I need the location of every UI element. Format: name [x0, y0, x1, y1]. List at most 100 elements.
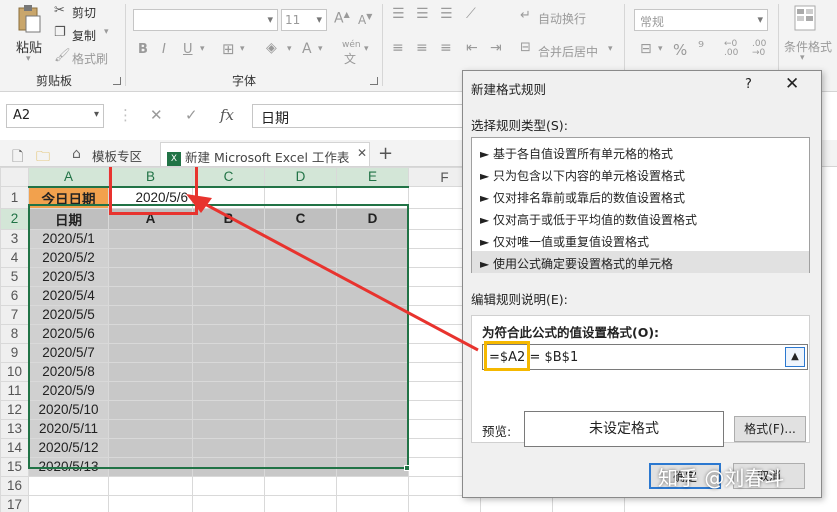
data-cell[interactable] [192, 323, 265, 344]
align-bottom-icon[interactable]: ☰ [440, 6, 453, 22]
row-header[interactable]: 5 [0, 266, 29, 287]
data-cell[interactable] [336, 418, 409, 439]
data-cell[interactable] [264, 342, 337, 363]
data-cell[interactable] [336, 304, 409, 325]
align-left-icon[interactable]: ≡ [392, 40, 404, 56]
data-cell[interactable] [264, 456, 337, 477]
decrease-font-icon[interactable]: A▼ [358, 12, 372, 27]
rule-type-item[interactable]: ► 仅对唯一值或重复值设置格式 [472, 229, 809, 251]
data-cell[interactable] [264, 228, 337, 249]
font-name-select[interactable]: ▾ [133, 9, 278, 31]
data-cell[interactable] [192, 399, 265, 420]
date-cell[interactable]: 2020/5/2 [28, 247, 109, 268]
data-cell[interactable] [264, 437, 337, 458]
cell[interactable] [192, 186, 265, 209]
formula-field[interactable]: =$A2 = $B$1 ▲ [482, 344, 808, 370]
borders-dropdown-icon[interactable]: ▾ [240, 44, 245, 54]
data-cell[interactable] [192, 266, 265, 287]
data-cell[interactable] [264, 399, 337, 420]
column-header-b[interactable]: B [108, 167, 193, 188]
confirm-entry-icon[interactable]: ✓ [185, 106, 198, 124]
data-cell[interactable] [264, 285, 337, 306]
phonetic-button[interactable]: wén [342, 40, 361, 50]
fill-color-icon[interactable]: ◈ [266, 40, 277, 56]
row-header[interactable]: 3 [0, 228, 29, 249]
cell[interactable] [192, 494, 265, 512]
column-header-a[interactable]: A [28, 167, 109, 188]
column-header-d[interactable]: D [264, 167, 337, 188]
clipboard-launcher-icon[interactable] [113, 77, 121, 85]
underline-dropdown-icon[interactable]: ▾ [200, 44, 205, 54]
date-cell[interactable]: 2020/5/10 [28, 399, 109, 420]
decrease-indent-icon[interactable]: ⇤ [466, 40, 478, 56]
column-header-e[interactable]: E [336, 167, 409, 188]
data-cell[interactable] [336, 399, 409, 420]
align-top-icon[interactable]: ☰ [392, 6, 405, 22]
cell[interactable] [336, 186, 409, 209]
file-icon[interactable]: 🗋 [6, 142, 29, 166]
data-cell[interactable] [108, 304, 193, 325]
data-cell[interactable] [264, 323, 337, 344]
cell[interactable] [336, 475, 409, 496]
row-header[interactable]: 8 [0, 323, 29, 344]
merge-dropdown-icon[interactable]: ▾ [608, 44, 613, 54]
cell[interactable] [264, 186, 337, 209]
data-cell[interactable] [108, 399, 193, 420]
row-header[interactable]: 11 [0, 380, 29, 401]
cell[interactable] [336, 494, 409, 512]
tab-template-zone[interactable]: 模板专区 [86, 142, 148, 166]
data-cell[interactable] [336, 437, 409, 458]
cell-c2-header[interactable]: B [192, 207, 265, 230]
copy-dropdown-icon[interactable]: ▾ [104, 27, 109, 37]
tab-workbook[interactable]: X 新建 Microsoft Excel 工作表 [160, 142, 370, 166]
data-cell[interactable] [336, 266, 409, 287]
data-cell[interactable] [264, 380, 337, 401]
percent-button[interactable]: % [673, 41, 687, 59]
tab-close-icon[interactable]: ✕ [351, 142, 373, 166]
row-header[interactable]: 1 [0, 186, 29, 209]
cell-b2-header[interactable]: A [108, 207, 193, 230]
format-painter-button[interactable]: 格式刷 [72, 50, 108, 67]
date-cell[interactable]: 2020/5/4 [28, 285, 109, 306]
data-cell[interactable] [192, 456, 265, 477]
row-header[interactable]: 13 [0, 418, 29, 439]
rule-type-item-selected[interactable]: ► 使用公式确定要设置格式的单元格 [472, 251, 809, 273]
underline-button[interactable]: U [183, 42, 193, 57]
date-cell[interactable]: 2020/5/8 [28, 361, 109, 382]
data-cell[interactable] [192, 361, 265, 382]
date-cell[interactable]: 2020/5/13 [28, 456, 109, 477]
data-cell[interactable] [108, 380, 193, 401]
date-cell[interactable]: 2020/5/9 [28, 380, 109, 401]
cell-a2-date-header[interactable]: 日期 [28, 207, 109, 230]
data-cell[interactable] [336, 361, 409, 382]
accounting-icon[interactable]: ⊟ [640, 41, 652, 57]
font-color-dropdown-icon[interactable]: ▾ [318, 44, 323, 54]
copy-button[interactable]: 复制 [72, 27, 96, 44]
data-cell[interactable] [108, 437, 193, 458]
data-cell[interactable] [336, 342, 409, 363]
date-cell[interactable]: 2020/5/12 [28, 437, 109, 458]
collapse-dialog-icon[interactable]: ▲ [785, 347, 805, 367]
help-icon[interactable]: ? [745, 77, 752, 92]
home-icon[interactable]: ⌂ [66, 142, 87, 166]
rule-type-list[interactable]: ► 基于各自值设置所有单元格的格式 ► 只为包含以下内容的单元格设置格式 ► 仅… [471, 137, 810, 273]
align-right-icon[interactable]: ≡ [440, 40, 452, 56]
row-header[interactable]: 15 [0, 456, 29, 477]
cell-a1-today-label[interactable]: 今日日期 [28, 186, 109, 209]
date-cell[interactable]: 2020/5/11 [28, 418, 109, 439]
font-launcher-icon[interactable] [370, 77, 378, 85]
cell[interactable] [108, 475, 193, 496]
rule-type-item[interactable]: ► 仅对排名靠前或靠后的数值设置格式 [472, 185, 809, 207]
cancel-entry-icon[interactable]: ✕ [150, 106, 163, 124]
decrease-decimal-icon[interactable]: .00 →0 [752, 40, 766, 58]
row-header[interactable]: 17 [0, 494, 29, 512]
data-cell[interactable] [108, 418, 193, 439]
data-cell[interactable] [192, 437, 265, 458]
data-cell[interactable] [192, 304, 265, 325]
phonetic-dropdown-icon[interactable]: ▾ [364, 44, 369, 54]
select-all-corner[interactable] [0, 167, 29, 187]
data-cell[interactable] [264, 247, 337, 268]
date-cell[interactable]: 2020/5/6 [28, 323, 109, 344]
data-cell[interactable] [264, 361, 337, 382]
font-size-select[interactable]: 11 ▾ [281, 9, 327, 31]
